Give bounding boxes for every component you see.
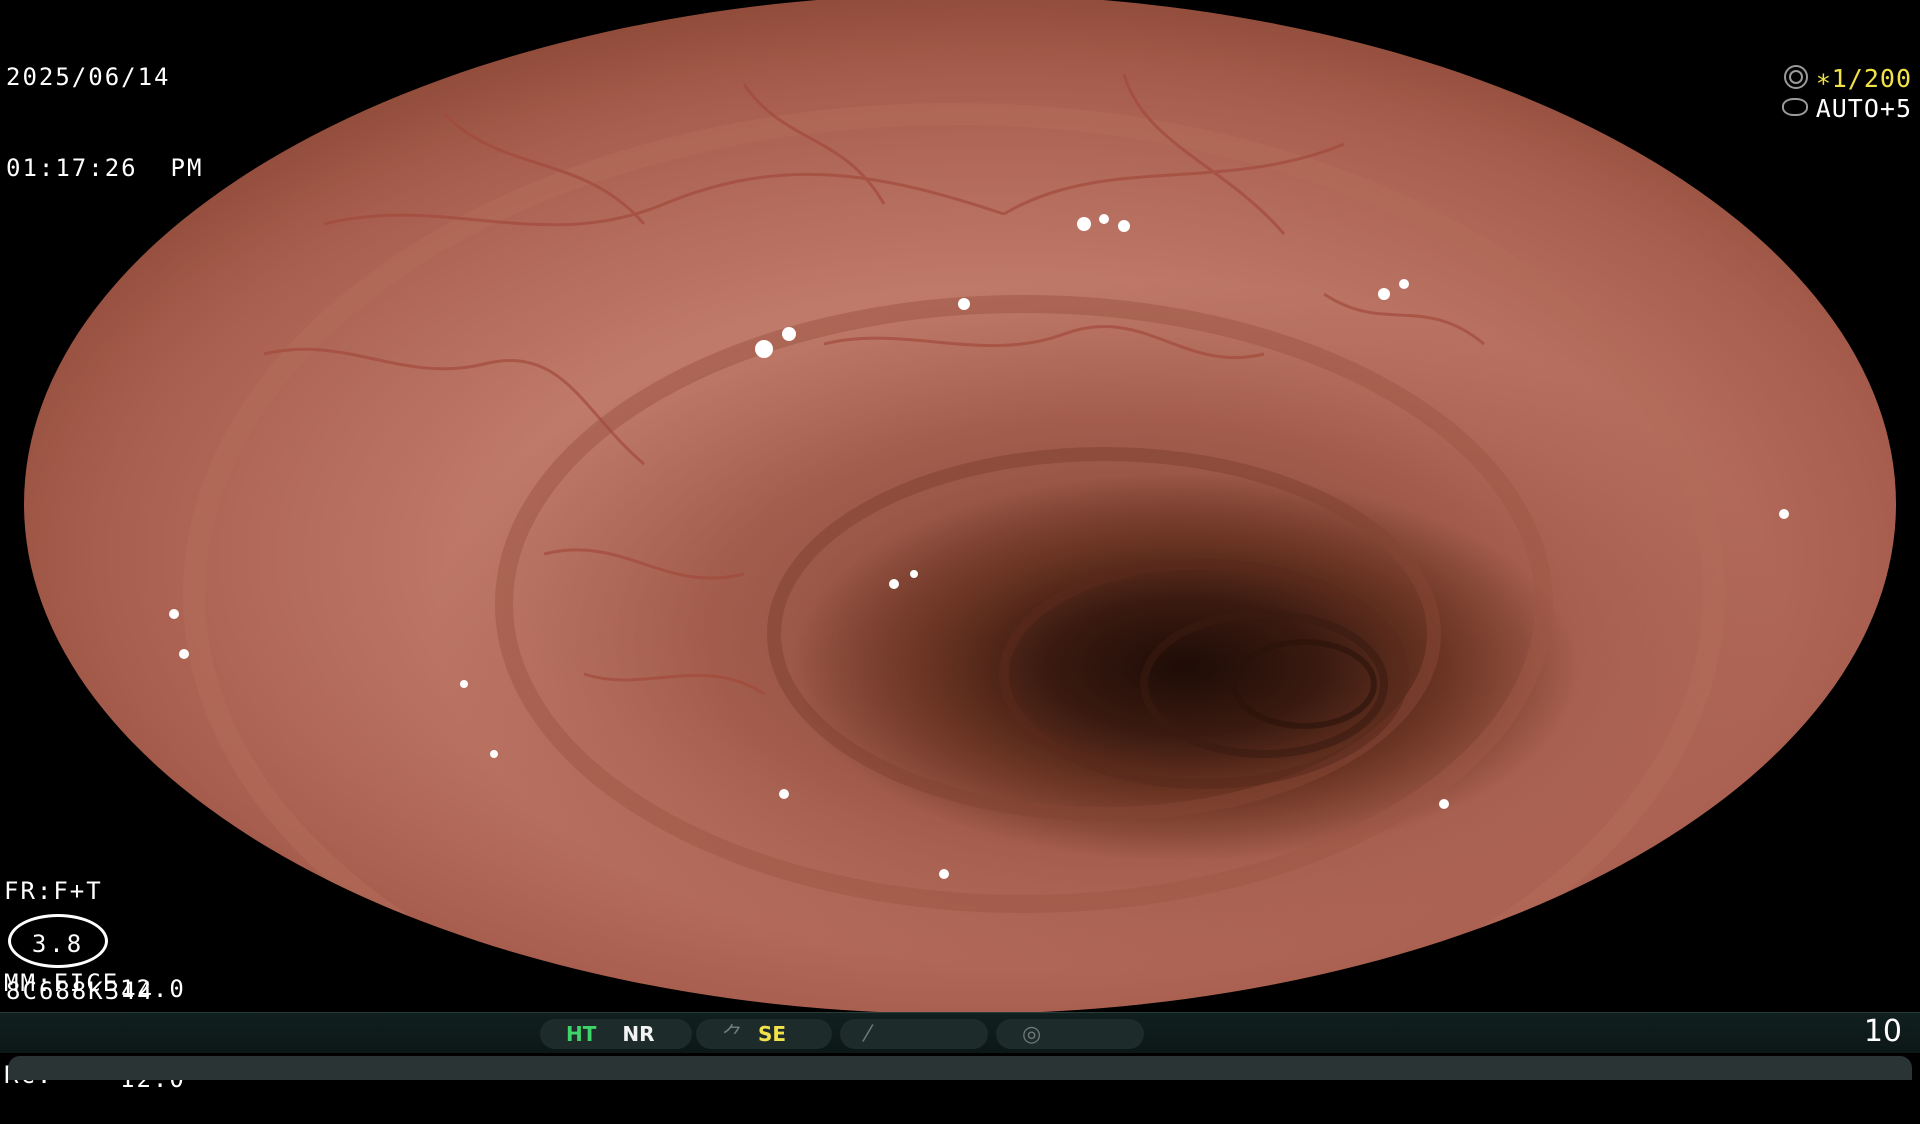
highlight: [779, 789, 789, 799]
lumen-ring-3: [1231, 639, 1377, 729]
highlight: [399, 19, 409, 29]
lumen-ring-2: [1140, 610, 1388, 758]
vessel: [323, 172, 1005, 227]
exposure-text: AUTO+5: [1815, 94, 1912, 123]
highlight: [939, 869, 949, 879]
highlight: [1439, 799, 1449, 809]
vessel: [742, 83, 886, 205]
highlight: [1779, 509, 1789, 519]
highlight: [1378, 288, 1390, 300]
nr-label: NR: [622, 1022, 655, 1046]
status-bar: HT NR ⺈ SE ⁄ ◎: [0, 1012, 1920, 1053]
vessel: [543, 548, 745, 580]
enhancement-level-badge: 3.8: [8, 914, 108, 968]
vessel: [583, 672, 765, 696]
exposure-ring-icon: [1781, 98, 1808, 116]
vessel: [1323, 292, 1485, 346]
structure-enhance-icon: ⺈: [722, 1024, 745, 1049]
fr-setting: FR:F+T: [4, 877, 103, 905]
highlight: [1099, 214, 1109, 224]
highlight: [1118, 220, 1130, 232]
outer-fold: [183, 103, 1725, 1014]
highlight: [460, 680, 468, 688]
exposure-mode: AUTO+5: [1750, 64, 1912, 124]
highlight: [179, 649, 189, 659]
time-text: 01:17:26 PM: [6, 154, 204, 182]
endoscope-image: [24, 0, 1896, 1014]
datetime-block: 2025/06/14 01:17:26 PM: [6, 2, 203, 214]
slash-icon: ⁄: [866, 1021, 870, 1047]
highlight: [490, 750, 498, 758]
highlight: [755, 340, 773, 358]
capture-indicator: ◎: [996, 1019, 1144, 1049]
mucosa-illustration: [169, 10, 1789, 1014]
date-text: 2025/06/14: [6, 63, 171, 91]
highlight: [910, 570, 918, 578]
se-indicator: ⺈ SE: [696, 1019, 832, 1049]
scope-id: 8C688K344: [6, 977, 155, 1005]
highlight: [958, 298, 970, 310]
specular-highlights: [169, 10, 1789, 879]
bottom-strip: [8, 1056, 1912, 1080]
se-label: SE: [758, 1022, 787, 1046]
highlight: [1399, 279, 1409, 289]
highlight: [782, 327, 796, 341]
lumen-ring-1: [999, 559, 1409, 789]
frame-number: 10: [1863, 1014, 1902, 1049]
vessel: [823, 324, 1265, 360]
slash-indicator: ⁄: [840, 1019, 988, 1049]
highlight: [520, 10, 528, 18]
highlight: [889, 579, 899, 589]
highlight: [169, 609, 179, 619]
capture-icon: ◎: [1022, 1021, 1042, 1047]
ht-label: HT: [566, 1022, 597, 1046]
highlight: [1077, 217, 1091, 231]
ht-nr-indicator: HT NR: [540, 1019, 692, 1049]
